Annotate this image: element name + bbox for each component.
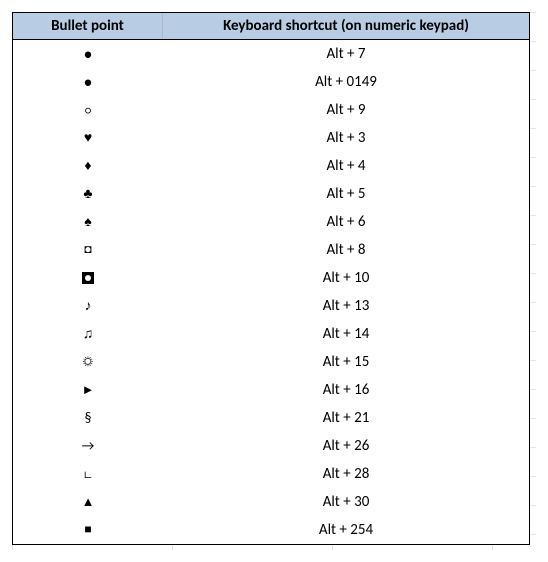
shortcut-cell: Alt + 30: [163, 493, 529, 511]
section-sign-icon: §: [85, 411, 92, 425]
inverse-bullet-icon: ◘: [84, 244, 91, 256]
table-row: Alt + 10: [13, 264, 529, 292]
table-row: • Alt + 0149: [13, 68, 529, 96]
header-bullet-point: Bullet point: [13, 13, 163, 39]
filled-square-icon: ■: [84, 524, 91, 536]
table-row: • Alt + 7: [13, 40, 529, 68]
table-row: ♦ Alt + 4: [13, 152, 529, 180]
table-row: ▲ Alt + 30: [13, 488, 529, 516]
spreadsheet-grid: Bullet point Keyboard shortcut (on numer…: [12, 12, 536, 550]
shortcut-cell: Alt + 8: [163, 241, 529, 259]
shortcut-cell: Alt + 28: [163, 465, 529, 483]
shortcut-table: Bullet point Keyboard shortcut (on numer…: [12, 12, 530, 545]
shortcut-cell: Alt + 16: [163, 381, 529, 399]
filled-dot-icon: •: [84, 73, 93, 91]
bullet-cell: •: [13, 45, 163, 63]
bullet-cell: ♪: [13, 299, 163, 313]
bullet-cell: ♦: [13, 159, 163, 173]
bullet-cell: •: [13, 73, 163, 91]
header-keyboard-shortcut: Keyboard shortcut (on numeric keypad): [163, 13, 529, 39]
diamond-icon: ♦: [84, 159, 91, 173]
bullet-cell: §: [13, 411, 163, 425]
table-row: ◘ Alt + 8: [13, 236, 529, 264]
right-arrow-icon: →: [82, 439, 95, 453]
bullet-cell: ♣: [13, 187, 163, 201]
shortcut-cell: Alt + 6: [163, 213, 529, 231]
table-body: • Alt + 7 • Alt + 0149 ○ Alt + 9 ♥ Alt + 3 ♦ Alt …: [13, 40, 529, 544]
table-row: ○ Alt + 9: [13, 96, 529, 124]
bullet-cell: ☼: [13, 355, 163, 369]
shortcut-cell: Alt + 4: [163, 157, 529, 175]
spade-icon: ♠: [84, 215, 91, 229]
heart-icon: ♥: [84, 131, 92, 145]
up-triangle-icon: ▲: [82, 496, 95, 509]
bullet-cell: ►: [13, 384, 163, 397]
table-row: ♥ Alt + 3: [13, 124, 529, 152]
shortcut-cell: Alt + 3: [163, 129, 529, 147]
shortcut-cell: Alt + 26: [163, 437, 529, 455]
table-row: ♫ Alt + 14: [13, 320, 529, 348]
bullet-cell: ♠: [13, 215, 163, 229]
sun-icon: ☼: [83, 355, 93, 369]
table-row: ♠ Alt + 6: [13, 208, 529, 236]
bullet-cell: ▲: [13, 496, 163, 509]
shortcut-cell: Alt + 7: [163, 45, 529, 63]
shortcut-cell: Alt + 15: [163, 353, 529, 371]
shortcut-cell: Alt + 9: [163, 101, 529, 119]
table-row: ♪ Alt + 13: [13, 292, 529, 320]
table-header-row: Bullet point Keyboard shortcut (on numer…: [13, 13, 529, 40]
bullet-cell: ○: [13, 105, 163, 116]
bullet-cell: →: [13, 439, 163, 453]
table-row: ► Alt + 16: [13, 376, 529, 404]
shortcut-cell: Alt + 5: [163, 185, 529, 203]
shortcut-cell: Alt + 21: [163, 409, 529, 427]
bullet-cell: [13, 271, 163, 285]
right-pointer-icon: ►: [82, 384, 95, 397]
club-icon: ♣: [83, 187, 92, 201]
shortcut-cell: Alt + 14: [163, 325, 529, 343]
shortcut-cell: Alt + 0149: [163, 73, 529, 91]
beamed-notes-icon: ♫: [83, 327, 94, 341]
bullet-cell: ◘: [13, 244, 163, 256]
eighth-note-icon: ♪: [85, 299, 92, 313]
shortcut-cell: Alt + 254: [163, 521, 529, 539]
shortcut-cell: Alt + 13: [163, 297, 529, 315]
filled-dot-icon: •: [84, 45, 93, 63]
table-row: ■ Alt + 254: [13, 516, 529, 544]
table-row: ∟ Alt + 28: [13, 460, 529, 488]
hollow-circle-icon: ○: [85, 105, 91, 116]
table-row: ♣ Alt + 5: [13, 180, 529, 208]
bullet-cell: ♫: [13, 327, 163, 341]
shortcut-cell: Alt + 10: [163, 269, 529, 287]
bullet-cell: ■: [13, 524, 163, 536]
bullet-cell: ♥: [13, 131, 163, 145]
table-row: § Alt + 21: [13, 404, 529, 432]
table-row: ☼ Alt + 15: [13, 348, 529, 376]
inverse-circle-icon: [81, 271, 95, 285]
bullet-cell: ∟: [13, 467, 163, 481]
table-row: → Alt + 26: [13, 432, 529, 460]
right-angle-icon: ∟: [83, 467, 93, 481]
